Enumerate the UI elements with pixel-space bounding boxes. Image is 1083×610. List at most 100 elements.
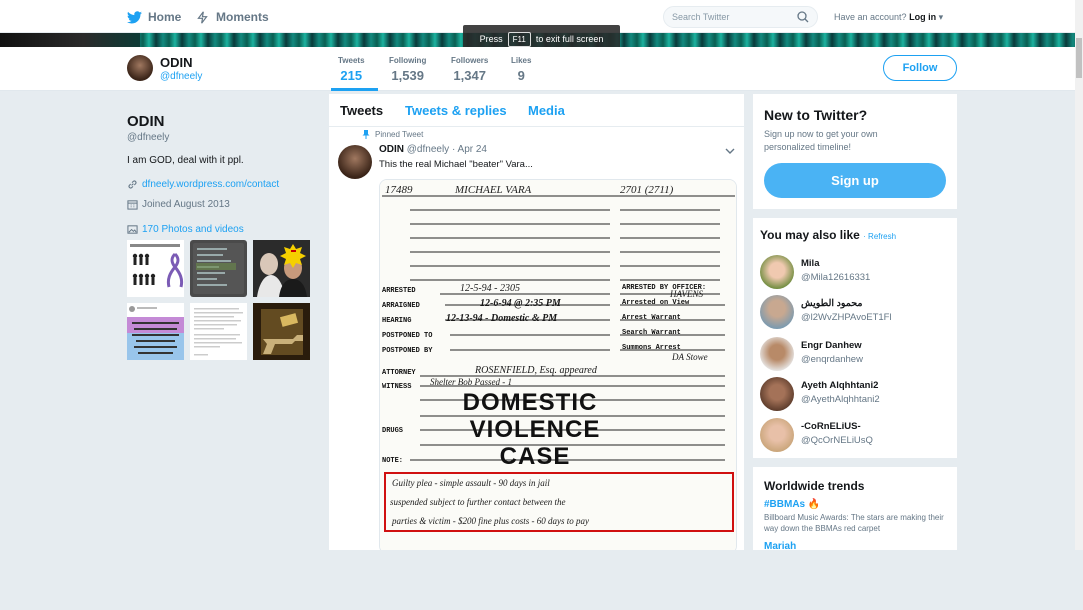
toast-suffix: to exit full screen xyxy=(535,34,604,44)
user-name: Engr Danhew xyxy=(801,340,862,351)
user-name: Mila xyxy=(801,258,820,269)
avatar[interactable] xyxy=(760,255,794,289)
login-link[interactable]: Log in xyxy=(909,12,936,22)
search-icon[interactable] xyxy=(797,11,809,23)
doc-note-line: parties & victim - $200 fine plus costs … xyxy=(391,516,589,526)
gun-and-money-image xyxy=(253,303,310,360)
toast-prefix: Press xyxy=(479,34,503,44)
nav-home[interactable]: Home xyxy=(127,10,181,24)
account-prompt: Have an account? Log in ▾ xyxy=(834,12,943,23)
new-to-twitter-title: New to Twitter? xyxy=(764,107,868,123)
stat-followers[interactable]: Followers 1,347 xyxy=(451,56,488,83)
suggested-user[interactable]: -CoRnELiUS- @QcOrNELiUsQ xyxy=(760,418,950,454)
doc-arrested: 12-5-94 - 2305 xyxy=(460,283,520,294)
tweet-date[interactable]: · Apr 24 xyxy=(452,144,487,155)
avatar[interactable] xyxy=(760,337,794,371)
stat-following[interactable]: Following 1,539 xyxy=(389,56,426,83)
media-thumbnail[interactable] xyxy=(127,240,184,297)
profile-bio: I am GOD, deal with it ppl. xyxy=(127,155,244,166)
doc-stamp-line: DOMESTIC xyxy=(463,389,598,416)
avatar[interactable] xyxy=(338,145,372,179)
profile-bar-name[interactable]: ODIN xyxy=(160,55,193,70)
doc-label: ARRAIGNED xyxy=(382,302,420,310)
avatar[interactable] xyxy=(760,295,794,329)
stat-label: Tweets xyxy=(338,56,365,65)
doc-hearing: 12-13-94 - Domestic & PM xyxy=(446,313,558,324)
doc-arraigned: 12-6-94 @ 2:35 PM xyxy=(480,298,562,309)
trends-title: Worldwide trends xyxy=(764,479,865,493)
nav-moments[interactable]: Moments xyxy=(195,10,269,24)
chevron-down-icon: ▾ xyxy=(936,12,944,22)
doc-witness: Shelter Bob Passed - 1 xyxy=(430,377,512,387)
doc-label: ARRESTED xyxy=(382,287,416,295)
refresh-link[interactable]: · Refresh xyxy=(863,232,896,241)
nav-home-label: Home xyxy=(148,10,182,24)
tab-media[interactable]: Media xyxy=(528,103,565,118)
new-to-twitter-subtitle: Sign up now to get your own personalized… xyxy=(764,129,878,152)
new-to-twitter-card: New to Twitter? Sign up now to get your … xyxy=(753,94,957,209)
active-stat-underline xyxy=(331,88,378,91)
doc-case-number: 17489 xyxy=(385,184,413,196)
media-thumbnail[interactable] xyxy=(190,240,247,297)
stat-label: Following xyxy=(389,56,427,65)
profile-link[interactable]: dfneely.wordpress.com/contact xyxy=(127,179,279,190)
doc-right-label: Arrest Warrant xyxy=(622,314,681,322)
doc-note-line: suspended subject to further contact bet… xyxy=(390,497,565,507)
doc-label: DRUGS xyxy=(382,427,403,435)
user-handle: @enqrdanhew xyxy=(801,354,863,365)
stat-value: 1,539 xyxy=(391,68,424,83)
media-thumbnail[interactable] xyxy=(253,240,310,297)
tweet-author-name[interactable]: ODIN xyxy=(379,144,404,155)
doc-right-label: Arrested on View xyxy=(622,299,690,307)
you-may-also-like-title: You may also like · Refresh xyxy=(760,228,896,242)
doc-da-note: DA Stowe xyxy=(671,352,708,362)
media-thumbnail[interactable] xyxy=(253,303,310,360)
stat-label: Followers xyxy=(451,56,489,65)
chevron-down-icon[interactable] xyxy=(725,147,735,155)
scrollbar-thumb[interactable] xyxy=(1076,38,1082,78)
suggested-user[interactable]: Mila @Mila12616331 xyxy=(760,255,950,291)
tweet-image-court-document[interactable]: 17489 MICHAEL VARA 2701 (2711) ARRESTED … xyxy=(379,179,737,550)
media-thumbnail[interactable] xyxy=(190,303,247,360)
photos-videos-link[interactable]: 170 Photos and videos xyxy=(127,224,244,235)
trend-item[interactable]: #BBMAs 🔥 xyxy=(764,499,820,510)
sensations-question-image xyxy=(127,303,184,360)
tweet-author-handle[interactable]: @dfneely xyxy=(407,144,449,155)
suggested-user[interactable]: محمود الطويش @l2WvZHPAvoET1Fl xyxy=(760,295,950,331)
follow-button[interactable]: Follow xyxy=(883,55,957,81)
doc-stamp-line: CASE xyxy=(500,443,571,470)
joined-date: Joined August 2013 xyxy=(127,199,230,210)
toast-key: F11 xyxy=(507,31,531,47)
timeline: Tweets Tweets & replies Media Pinned Twe… xyxy=(329,94,744,550)
search-input[interactable]: Search Twitter xyxy=(663,6,818,28)
suggested-user[interactable]: Engr Danhew @enqrdanhew xyxy=(760,337,950,373)
doc-attorney: ROSENFIELD, Esq. appeared xyxy=(474,365,598,376)
page-scrollbar[interactable] xyxy=(1075,0,1083,550)
doc-label: WITNESS xyxy=(382,383,411,391)
stat-likes[interactable]: Likes 9 xyxy=(511,56,531,83)
account-prompt-text: Have an account? xyxy=(834,12,907,22)
stat-tweets[interactable]: Tweets 215 xyxy=(338,56,365,83)
tab-tweets-replies[interactable]: Tweets & replies xyxy=(405,103,507,118)
joined-text: Joined August 2013 xyxy=(142,199,230,210)
trend-item[interactable]: Mariah xyxy=(764,541,796,550)
court-record-image: 17489 MICHAEL VARA 2701 (2711) ARRESTED … xyxy=(380,180,736,550)
doc-code: 2701 (2711) xyxy=(620,184,674,196)
signup-button[interactable]: Sign up xyxy=(764,163,946,198)
suggested-user[interactable]: Ayeth Alqhhtani2 @AyethAlqhhtani2 xyxy=(760,377,950,413)
avatar[interactable] xyxy=(760,418,794,452)
profile-handle[interactable]: @dfneely xyxy=(127,132,169,143)
pin-icon xyxy=(362,130,370,139)
text-post-screenshot-image xyxy=(190,303,247,360)
avatar[interactable] xyxy=(127,55,153,81)
profile-name[interactable]: ODIN xyxy=(127,113,165,130)
avatar[interactable] xyxy=(760,377,794,411)
domestic-violence-infographic-image xyxy=(130,244,184,288)
profile-bar-handle[interactable]: @dfneely xyxy=(160,71,202,82)
stat-value: 9 xyxy=(517,68,525,83)
you-may-also-like-card: You may also like · Refresh Mila @Mila12… xyxy=(753,218,957,458)
tab-tweets[interactable]: Tweets xyxy=(340,103,383,118)
media-thumbnail[interactable] xyxy=(127,303,184,360)
pinned-label: Pinned Tweet xyxy=(362,130,423,139)
user-name: محمود الطويش xyxy=(801,298,863,309)
